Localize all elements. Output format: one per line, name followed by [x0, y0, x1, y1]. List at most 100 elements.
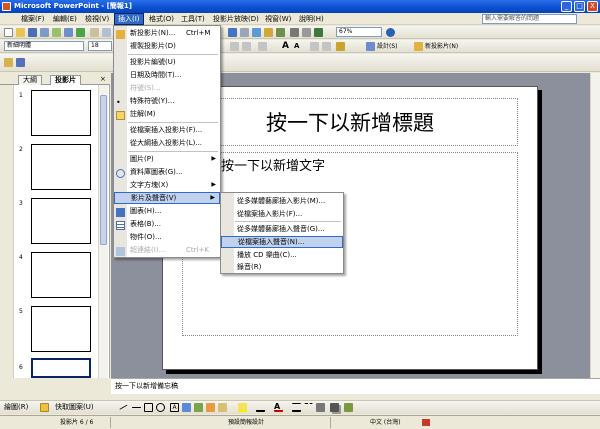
menu-item-slides-from-outline[interactable]: 從大綱插入投影片(L)...	[114, 137, 220, 149]
insert-table-icon[interactable]	[240, 28, 249, 37]
menu-item-table[interactable]: 表格(B)...	[114, 218, 220, 230]
menu-view[interactable]: 檢視(V)	[82, 13, 112, 25]
pane-close-icon[interactable]: ×	[100, 75, 106, 83]
powerpoint-app-icon[interactable]	[2, 2, 11, 11]
maximize-button[interactable]: □	[574, 1, 585, 12]
menu-item-picture[interactable]: 圖片(P) ▶	[114, 153, 220, 165]
bullets-icon[interactable]	[230, 42, 239, 51]
menu-item-special-symbol[interactable]: 特殊符號(Y)...	[114, 95, 220, 107]
tables-borders-icon[interactable]	[252, 28, 261, 37]
menu-item-comment[interactable]: 註解(M)	[114, 108, 220, 120]
slide-scrollbar[interactable]	[590, 73, 600, 378]
line-tool-icon[interactable]	[117, 401, 128, 410]
open-folder-icon[interactable]	[16, 28, 25, 37]
diagram-icon[interactable]	[194, 403, 203, 412]
expand-all-icon[interactable]	[290, 28, 299, 37]
submenu-item-movie-gallery[interactable]: 從多媒體藝廊插入影片(M)...	[221, 195, 343, 207]
spelling-icon[interactable]	[76, 28, 85, 37]
research-icon[interactable]	[4, 58, 13, 67]
slide-thumbnail-1[interactable]	[31, 90, 91, 136]
demote-icon[interactable]	[322, 42, 331, 51]
submenu-item-movie-file[interactable]: 從檔案插入影片(F)...	[221, 208, 343, 220]
wordart-icon[interactable]	[182, 403, 191, 412]
menu-item-slide-number[interactable]: 投影片編號(U)	[114, 56, 220, 68]
increase-indent-icon[interactable]	[258, 42, 267, 51]
menu-item-movies-sounds[interactable]: 影片及聲音(V) ▶	[114, 192, 220, 204]
decrease-font-icon[interactable]: A	[294, 42, 303, 51]
zoom-select[interactable]: 67%	[336, 27, 382, 37]
menu-item-duplicate-slide[interactable]: 複製投影片(D)	[114, 40, 220, 52]
line-style-icon[interactable]	[292, 403, 301, 412]
menu-item-chart[interactable]: 圖表(H)...	[114, 205, 220, 217]
select-objects-icon[interactable]	[40, 403, 49, 412]
slides-pane-scrollbar[interactable]	[98, 85, 108, 378]
insert-chart-icon[interactable]	[228, 28, 237, 37]
preview-icon[interactable]	[64, 28, 73, 37]
print-icon[interactable]	[52, 28, 61, 37]
help-search-input[interactable]: 輸入需要解答的問題	[482, 14, 577, 24]
slide-thumbnail-3[interactable]	[31, 198, 91, 244]
menu-insert[interactable]: 插入(I)	[114, 13, 144, 25]
picture-icon[interactable]	[218, 403, 227, 412]
font-size-select[interactable]: 18	[88, 41, 112, 51]
promote-icon[interactable]	[310, 42, 319, 51]
autoshapes-button[interactable]: 快取圖案(U)	[55, 402, 94, 413]
submenu-item-record-sound[interactable]: 錄音(R)	[221, 262, 343, 273]
insert-diagram-icon[interactable]	[276, 28, 285, 37]
menu-item-slides-from-file[interactable]: 從檔案插入投影片(F)...	[114, 124, 220, 136]
permission-icon[interactable]	[40, 28, 49, 37]
clipart-icon[interactable]	[206, 403, 215, 412]
save-icon[interactable]	[28, 28, 37, 37]
draw-menu-button[interactable]: 繪圖(R)	[4, 402, 28, 413]
submenu-item-sound-file[interactable]: 從檔案插入聲音(N)...	[221, 236, 343, 248]
menu-help[interactable]: 說明(H)	[296, 13, 327, 25]
tab-slides[interactable]: 投影片	[50, 75, 81, 85]
insert-picture-icon[interactable]	[264, 28, 273, 37]
title-placeholder[interactable]: 按一下以新增標題	[182, 98, 518, 146]
font-name-select[interactable]: 新細明體	[4, 41, 84, 51]
reviewing-icon[interactable]	[16, 58, 25, 67]
scrollbar-thumb[interactable]	[100, 95, 107, 245]
menu-window[interactable]: 視窗(W)	[262, 13, 294, 25]
slide-thumbnail-4[interactable]	[31, 252, 91, 298]
arrow-tool-icon[interactable]	[132, 407, 141, 408]
slide-thumbnail-6[interactable]	[31, 358, 91, 378]
new-document-icon[interactable]	[4, 28, 13, 37]
rectangle-tool-icon[interactable]	[144, 403, 153, 412]
menu-edit[interactable]: 編輯(E)	[50, 13, 80, 25]
numbering-icon[interactable]	[242, 42, 251, 51]
minimize-button[interactable]: _	[561, 1, 572, 12]
textbox-tool-icon[interactable]: A	[170, 403, 179, 412]
font-color-draw-icon[interactable]: A	[274, 403, 283, 412]
menu-item-database-chart[interactable]: 資料庫圖表(G)...	[114, 166, 220, 178]
oval-tool-icon[interactable]	[156, 403, 165, 412]
menu-item-date-time[interactable]: 日期及時間(T)...	[114, 69, 220, 81]
submenu-item-play-cd[interactable]: 播放 CD 樂曲(C)...	[221, 249, 343, 261]
grayscale-icon[interactable]	[314, 28, 323, 37]
menu-file[interactable]: 檔案(F)	[18, 13, 48, 25]
design-button[interactable]: 設計(S)	[377, 41, 398, 52]
new-slide-button[interactable]: 新投影片(N)	[425, 41, 458, 52]
submenu-item-sound-gallery[interactable]: 從多媒體藝廊插入聲音(G)...	[221, 223, 343, 235]
menu-tools[interactable]: 工具(T)	[178, 13, 208, 25]
menu-item-text-box[interactable]: 文字方塊(X) ▶	[114, 179, 220, 191]
close-button[interactable]: X	[587, 1, 598, 12]
shadow-icon[interactable]	[330, 403, 339, 412]
fill-color-icon[interactable]	[238, 403, 247, 412]
tab-outline[interactable]: 大綱	[18, 75, 42, 85]
menu-item-object[interactable]: 物件(O)...	[114, 231, 220, 243]
copy-icon[interactable]	[102, 28, 111, 37]
menu-item-new-slide[interactable]: 新投影片(N)... Ctrl+M	[114, 27, 220, 39]
3d-icon[interactable]	[344, 403, 353, 412]
slide-thumbnail-5[interactable]	[31, 306, 91, 352]
spelling-status-icon[interactable]	[422, 419, 430, 426]
help-icon[interactable]	[386, 28, 395, 37]
increase-font-icon[interactable]: A	[282, 42, 291, 51]
notes-pane[interactable]: 按一下以新增備忘稿	[111, 378, 600, 394]
menu-slideshow[interactable]: 投影片放映(D)	[210, 13, 262, 25]
line-color-icon[interactable]	[256, 403, 265, 412]
menu-format[interactable]: 格式(O)	[146, 13, 177, 25]
font-color-icon[interactable]	[336, 42, 345, 51]
arrow-style-icon[interactable]	[316, 403, 325, 412]
cut-icon[interactable]	[90, 28, 99, 37]
